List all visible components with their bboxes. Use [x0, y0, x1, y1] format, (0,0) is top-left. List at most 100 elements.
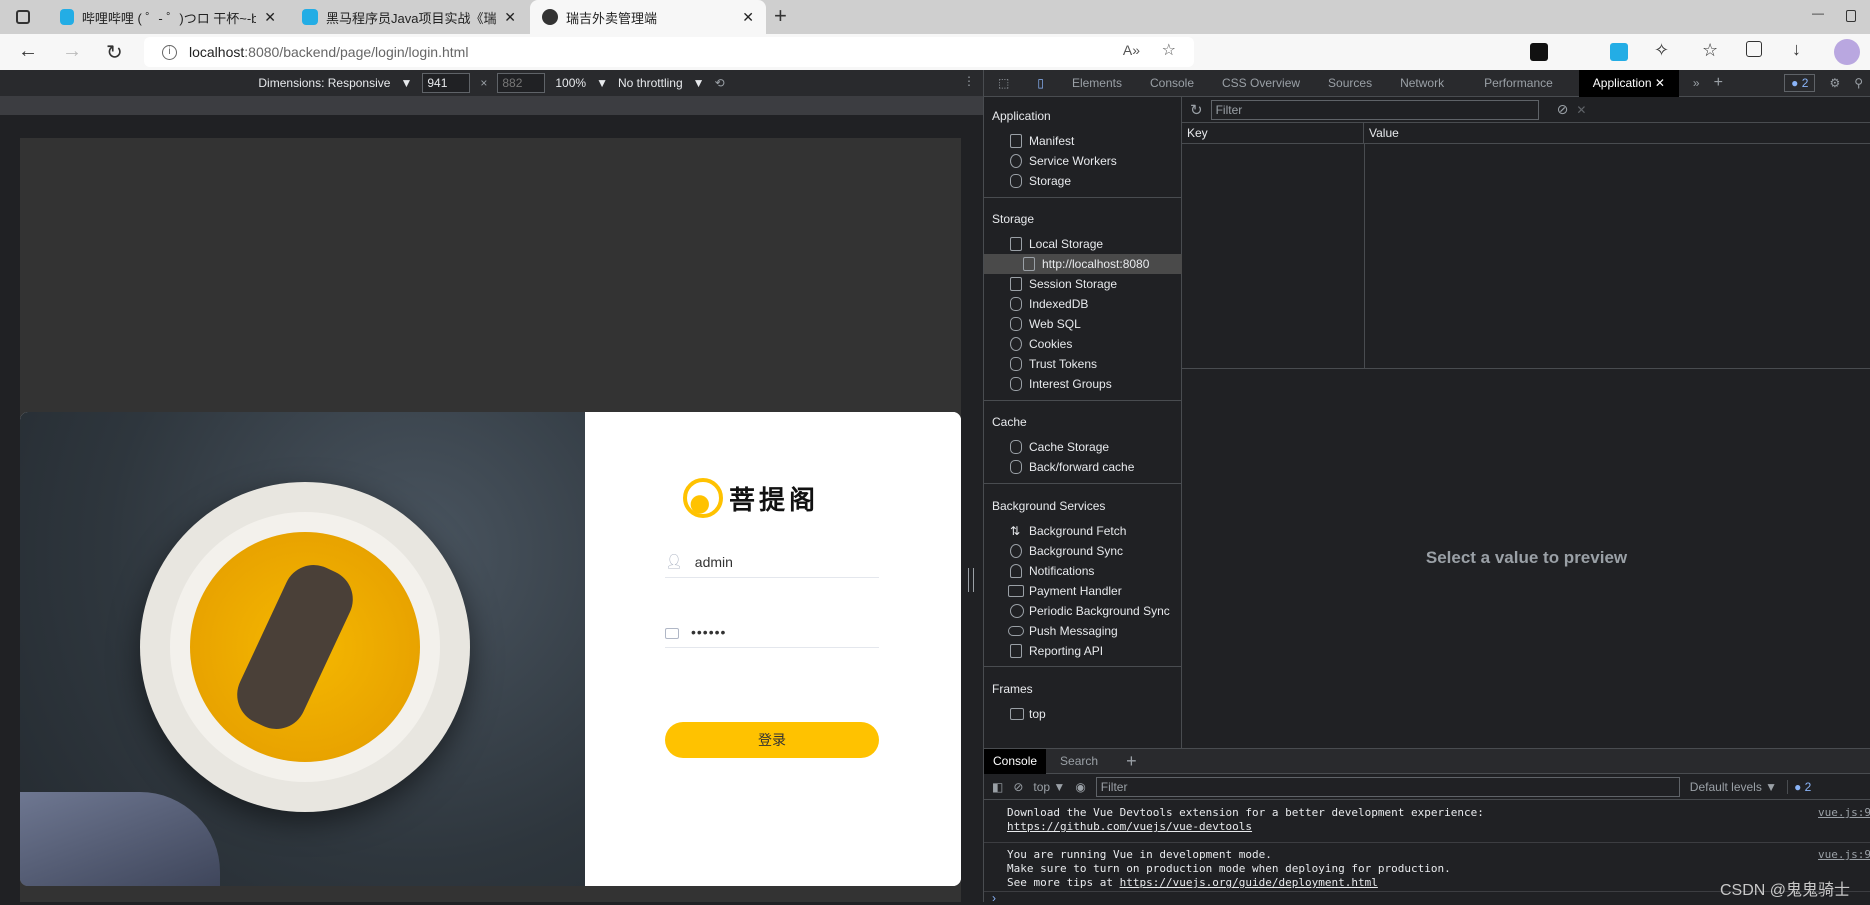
- sidebar-item-localhost[interactable]: http://localhost:8080: [984, 254, 1182, 274]
- sidebar-item-interest-groups[interactable]: Interest Groups: [984, 374, 1182, 394]
- sidebar-item-background-sync[interactable]: Background Sync: [984, 541, 1182, 561]
- console-filter-input[interactable]: Filter: [1095, 777, 1680, 797]
- filter-input[interactable]: Filter: [1210, 99, 1539, 120]
- drawer-tab-search[interactable]: Search: [1046, 749, 1112, 774]
- vue-devtools-link[interactable]: https://github.com/vuejs/vue-devtools: [1007, 820, 1252, 833]
- extension-icon[interactable]: [1610, 43, 1628, 61]
- username-field[interactable]: 👤︎ admin: [665, 546, 879, 578]
- log-levels-select[interactable]: Default levels ▼: [1690, 780, 1777, 794]
- issues-badge[interactable]: ● 2: [1784, 74, 1816, 92]
- sidebar-item-cookies[interactable]: Cookies: [984, 334, 1182, 354]
- sidebar-item-trust-tokens[interactable]: Trust Tokens: [984, 354, 1182, 374]
- minimize-icon[interactable]: —: [1812, 6, 1824, 20]
- username-value: admin: [694, 553, 733, 570]
- back-icon[interactable]: ←: [18, 40, 38, 63]
- tab-performance[interactable]: Performance: [1458, 70, 1579, 97]
- settings-icon[interactable]: ⚙: [1815, 70, 1854, 97]
- application-sidebar: Application Manifest Service Workers Sto…: [984, 97, 1182, 748]
- add-tab-icon[interactable]: +: [1714, 74, 1723, 92]
- vue-deployment-link[interactable]: https://vuejs.org/guide/deployment.html: [1120, 876, 1378, 889]
- sidebar-item-storage[interactable]: Storage: [984, 171, 1182, 191]
- downloads-icon[interactable]: ↓: [1792, 39, 1801, 60]
- message-source-link[interactable]: vue.js:9: [1818, 806, 1870, 819]
- clear-console-icon[interactable]: ⊘: [1013, 780, 1023, 794]
- sidebar-item-manifest[interactable]: Manifest: [984, 131, 1182, 151]
- food-photo: [20, 412, 585, 886]
- sidebar-item-background-fetch[interactable]: ⇅ Background Fetch: [984, 521, 1182, 541]
- rotate-icon[interactable]: ⟲: [715, 76, 725, 90]
- forward-icon[interactable]: →: [62, 40, 82, 63]
- sidebar-item-periodic-sync[interactable]: Periodic Background Sync: [984, 601, 1182, 621]
- drawer-tab-console[interactable]: Console: [984, 748, 1047, 774]
- clear-all-icon[interactable]: ⊘: [1557, 101, 1569, 118]
- tab-elements[interactable]: Elements: [1058, 70, 1136, 97]
- sidebar-item-notifications[interactable]: Notifications: [984, 561, 1182, 581]
- tab-bilibili[interactable]: 哔哩哔哩 ( ゜- ゜)つロ 干杯~-bilibili✕: [48, 0, 288, 34]
- extensions-icon[interactable]: ✧: [1654, 40, 1669, 61]
- favorite-add-icon[interactable]: ☆: [1162, 40, 1176, 60]
- console-prompt-icon[interactable]: ›: [992, 891, 996, 905]
- customize-icon[interactable]: ⚲: [1854, 76, 1870, 90]
- url-input[interactable]: i localhost:8080/backend/page/login/logi…: [144, 37, 1194, 67]
- zoom-select[interactable]: 100%: [555, 76, 586, 90]
- sidebar-item-web-sql[interactable]: Web SQL: [984, 314, 1182, 334]
- live-expression-icon[interactable]: ◉: [1075, 780, 1085, 794]
- bell-icon: [1010, 564, 1022, 578]
- sidebar-item-indexeddb[interactable]: IndexedDB: [984, 294, 1182, 314]
- preview-placeholder: Select a value to preview: [1425, 548, 1628, 567]
- reload-icon[interactable]: ↻: [106, 40, 123, 65]
- sidebar-item-session-storage[interactable]: Session Storage: [984, 274, 1182, 294]
- bilibili-icon: [60, 9, 74, 25]
- resize-handle[interactable]: [968, 568, 974, 592]
- width-input[interactable]: 941: [422, 73, 471, 93]
- sidebar-item-top-frame[interactable]: top: [984, 704, 1182, 724]
- sidebar-item-bfcache[interactable]: Back/forward cache: [984, 457, 1182, 477]
- avatar[interactable]: [1834, 39, 1860, 65]
- sidebar-toggle-icon[interactable]: ◧: [992, 780, 1003, 794]
- column-key[interactable]: Key: [1182, 123, 1364, 143]
- tab-reggie[interactable]: 瑞吉外卖管理端 ✕: [530, 0, 766, 34]
- new-tab-icon[interactable]: +: [774, 3, 787, 29]
- column-value[interactable]: Value: [1364, 123, 1404, 143]
- inspect-icon[interactable]: ⬚: [984, 70, 1023, 97]
- context-select[interactable]: top ▼: [1033, 780, 1065, 794]
- sidebar-item-reporting-api[interactable]: Reporting API: [984, 641, 1182, 661]
- tab-css-overview[interactable]: CSS Overview: [1208, 70, 1314, 97]
- collections-icon[interactable]: [1746, 41, 1762, 57]
- height-input[interactable]: 882: [497, 73, 546, 93]
- frame-icon: [1010, 708, 1024, 720]
- throttling-select[interactable]: No throttling: [618, 76, 683, 90]
- refresh-icon[interactable]: ↻: [1190, 101, 1203, 119]
- more-tabs-icon[interactable]: »: [1679, 70, 1714, 97]
- tab-actions-icon[interactable]: [16, 10, 30, 24]
- message-source-link[interactable]: vue.js:9: [1818, 848, 1870, 861]
- tab-network[interactable]: Network: [1386, 70, 1458, 97]
- sidebar-item-cache-storage[interactable]: Cache Storage: [984, 437, 1182, 457]
- dimensions-select[interactable]: Dimensions: Responsive: [258, 76, 390, 90]
- restore-icon[interactable]: [1846, 10, 1856, 22]
- sidebar-item-payment-handler[interactable]: Payment Handler: [984, 581, 1182, 601]
- sidebar-item-local-storage[interactable]: Local Storage: [984, 234, 1182, 254]
- tab-console[interactable]: Console: [1136, 70, 1208, 97]
- close-tab-icon[interactable]: ✕: [742, 9, 754, 26]
- password-field[interactable]: ••••••: [665, 616, 879, 648]
- close-tab-icon[interactable]: ✕: [504, 9, 516, 26]
- device-toggle-icon[interactable]: ▯: [1023, 70, 1058, 97]
- read-aloud-icon[interactable]: A»: [1123, 42, 1140, 58]
- add-drawer-tab-icon[interactable]: +: [1126, 751, 1137, 772]
- favorites-icon[interactable]: ☆: [1702, 40, 1718, 61]
- close-tab-icon[interactable]: ✕: [264, 9, 276, 26]
- media-query-ruler[interactable]: [0, 96, 983, 116]
- delete-selected-icon[interactable]: ✕: [1576, 103, 1586, 117]
- sidebar-item-service-workers[interactable]: Service Workers: [984, 151, 1182, 171]
- tab-heima[interactable]: 黑马程序员Java项目实战《瑞吉外✕: [290, 0, 528, 34]
- login-button[interactable]: 登录: [665, 722, 879, 758]
- tab-sources[interactable]: Sources: [1314, 70, 1386, 97]
- tab-application[interactable]: Application ✕: [1578, 69, 1679, 97]
- console-issues-badge[interactable]: ● 2: [1787, 780, 1811, 794]
- card-icon: [1008, 585, 1024, 597]
- sidebar-item-push-messaging[interactable]: Push Messaging: [984, 621, 1182, 641]
- extension-icon[interactable]: [1530, 43, 1548, 61]
- close-icon[interactable]: ✕: [1655, 76, 1665, 90]
- more-options-icon[interactable]: ⋮: [963, 74, 975, 88]
